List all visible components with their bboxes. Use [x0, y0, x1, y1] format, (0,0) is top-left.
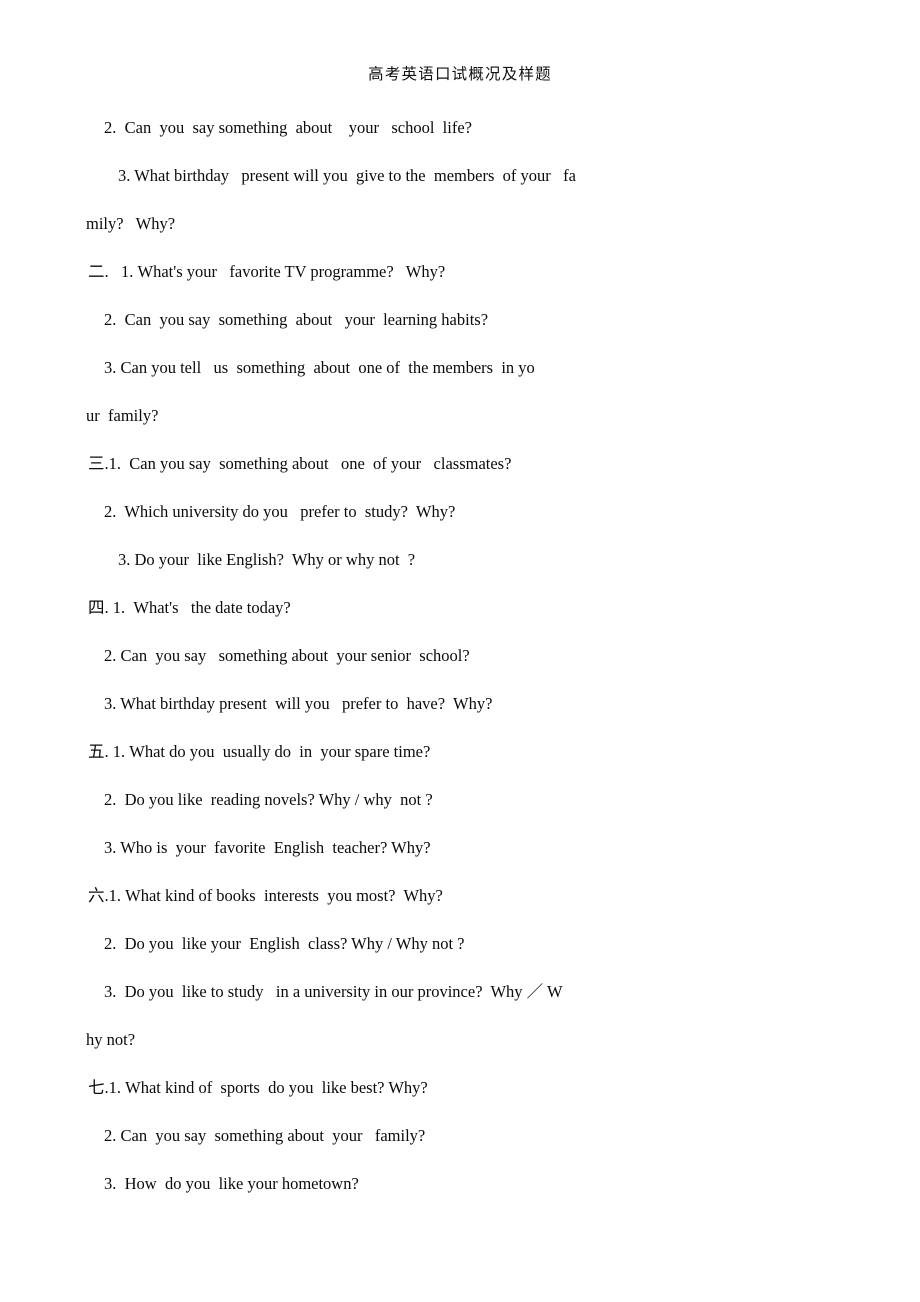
text-line: 2. Can you say something about your lear…	[104, 310, 489, 329]
text-line: 3. Do your like English? Why or why not …	[118, 550, 416, 569]
text-line: 二. 1. What's your favorite TV programme?…	[88, 262, 446, 281]
text-line: hy not?	[86, 1030, 136, 1049]
text-line: 3. Who is your favorite English teacher?…	[104, 838, 431, 857]
text-line: 2. Do you like your English class? Why /…	[104, 934, 465, 953]
text-line: 3. Can you tell us something about one o…	[104, 358, 535, 377]
text-line: 七.1. What kind of sports do you like bes…	[88, 1078, 428, 1097]
text-line: 2. Do you like reading novels? Why / why…	[104, 790, 433, 809]
text-line: 2. Which university do you prefer to stu…	[104, 502, 456, 521]
text-line: 3. Do you like to study in a university …	[104, 982, 563, 1001]
text-line: 3. What birthday present will you give t…	[118, 166, 576, 185]
document-page: 高考英语口试概况及样题 2. Can you say something abo…	[0, 0, 920, 1302]
text-line: 五. 1. What do you usually do in your spa…	[88, 742, 431, 761]
text-line: 2. Can you say something about your fami…	[104, 1126, 426, 1145]
text-line: 3. How do you like your hometown?	[104, 1174, 359, 1193]
text-line: 四. 1. What's the date today?	[88, 598, 291, 617]
text-line: 2. Can you say something about your scho…	[104, 118, 472, 137]
text-line: 三.1. Can you say something about one of …	[88, 454, 512, 473]
page-title: 高考英语口试概况及样题	[368, 65, 552, 83]
text-line: 2. Can you say something about your seni…	[104, 646, 470, 665]
document-body: 2. Can you say something about your scho…	[0, 104, 920, 1208]
text-line: ur family?	[86, 406, 159, 425]
text-line: 六.1. What kind of books interests you mo…	[88, 886, 443, 905]
text-line: 3. What birthday present will you prefer…	[104, 694, 493, 713]
text-line: mily? Why?	[86, 214, 176, 233]
